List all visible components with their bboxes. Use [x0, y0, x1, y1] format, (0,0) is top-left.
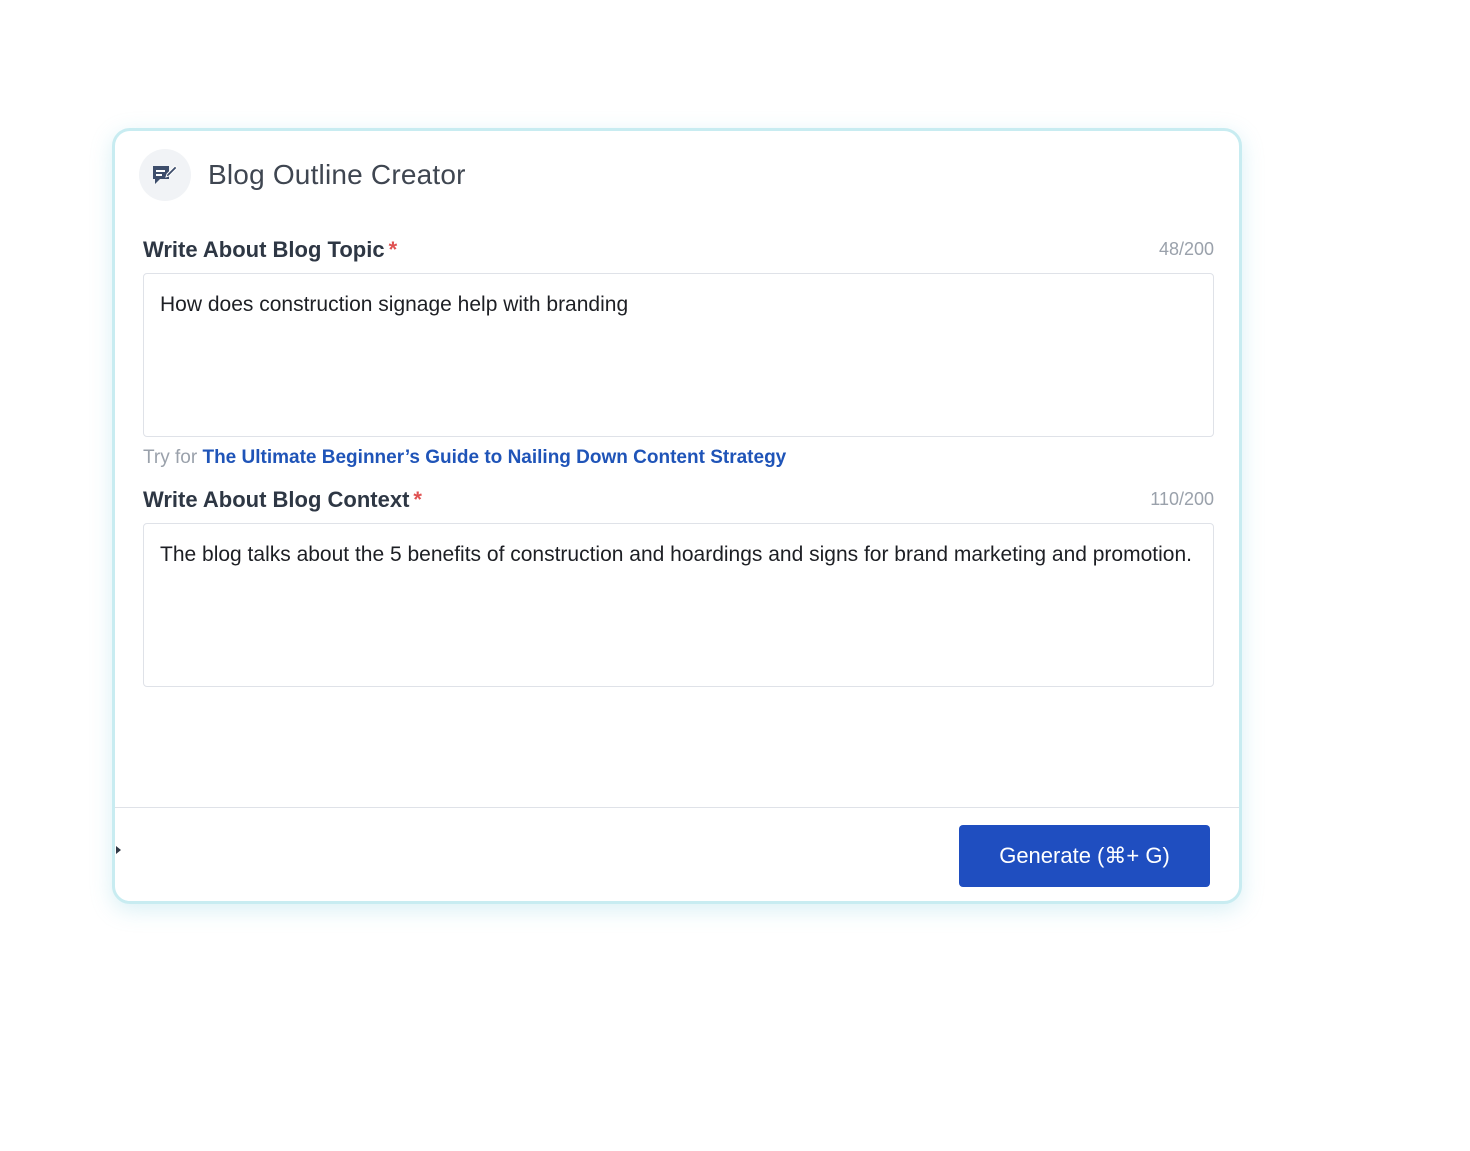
hint-suggestion-link[interactable]: The Ultimate Beginner’s Guide to Nailing… — [202, 447, 786, 468]
required-marker: * — [413, 487, 422, 512]
required-marker: * — [388, 237, 398, 262]
footer-divider — [115, 807, 1239, 808]
topic-hint: Try for The Ultimate Beginner’s Guide to… — [143, 447, 1214, 469]
hint-prefix: Try for — [143, 447, 198, 468]
generate-button[interactable]: Generate (⌘+ G) — [959, 825, 1210, 887]
page-title: Blog Outline Creator — [208, 159, 466, 190]
context-field-header: Write About Blog Context * 110/200 — [143, 487, 1214, 517]
context-input[interactable]: The blog talks about the 5 benefits of c… — [143, 523, 1214, 687]
blog-edit-icon — [139, 149, 191, 201]
topic-field: Write About Blog Topic * 48/200 How does … — [143, 237, 1214, 469]
topic-field-header: Write About Blog Topic * 48/200 — [143, 237, 1214, 267]
topic-label: Write About Blog Topic * — [143, 237, 398, 262]
context-field: Write About Blog Context * 110/200 The bl… — [143, 487, 1214, 687]
card-header: Blog Outline Creator — [139, 149, 466, 201]
context-label: Write About Blog Context * — [143, 487, 422, 512]
topic-char-counter: 48/200 — [1158, 239, 1214, 259]
blog-outline-card: Blog Outline Creator Write About Blog To… — [112, 128, 1242, 904]
topic-input[interactable]: How does construction signage help with … — [143, 273, 1214, 437]
collapse-handle-icon[interactable] — [115, 845, 123, 855]
context-char-counter: 110/200 — [1150, 489, 1214, 509]
